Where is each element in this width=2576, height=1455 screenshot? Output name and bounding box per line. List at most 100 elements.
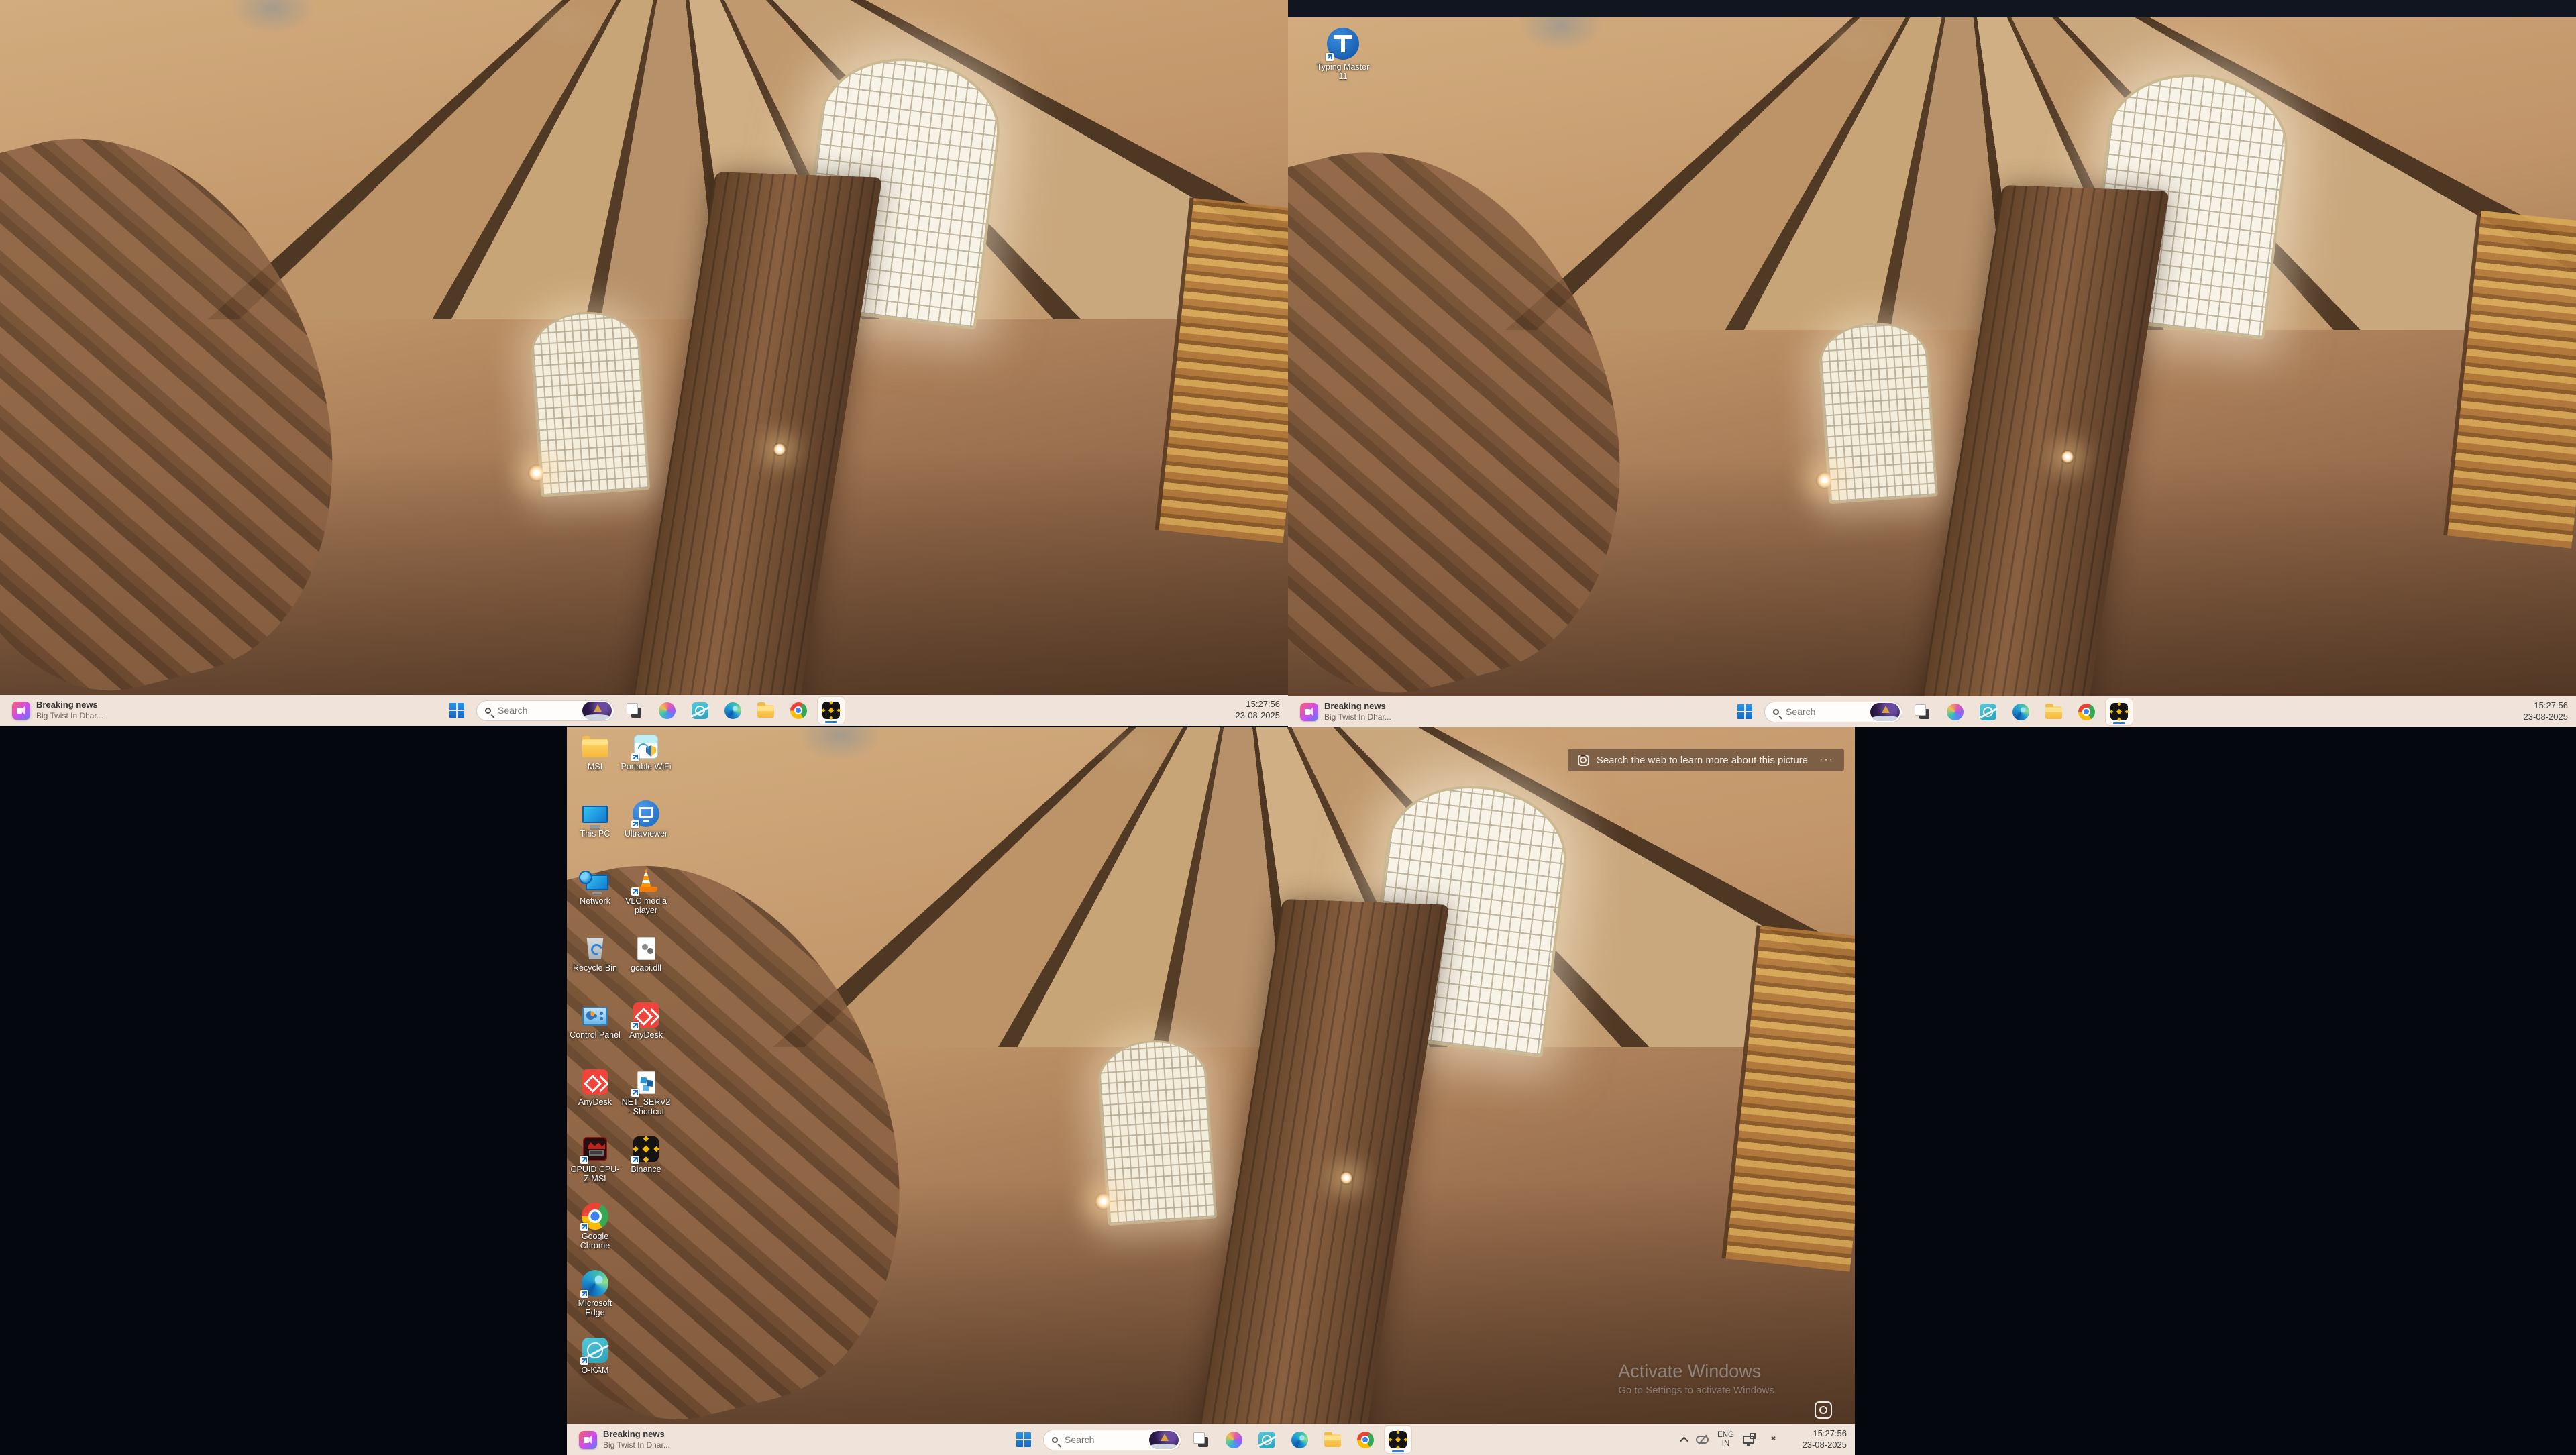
network-icon (586, 875, 608, 890)
taskbar: Breaking news Big Twist In Dhar... (0, 695, 1288, 726)
desktop-wallpaper[interactable] (0, 0, 1288, 726)
desktop-icon-okam[interactable]: O-KAM (569, 1334, 621, 1401)
language-indicator[interactable]: ENG IN (1717, 1431, 1734, 1448)
start-button[interactable] (443, 697, 470, 724)
okam-taskbar-button[interactable] (1974, 698, 2001, 725)
desktop-icon-network[interactable]: Network (569, 864, 621, 931)
onedrive-cloud-icon[interactable] (1696, 1436, 1709, 1444)
edge-taskbar-button[interactable] (2007, 698, 2034, 725)
desktop-icon-label: Typing Master 11 (1312, 62, 1374, 81)
desktop-icon-binance[interactable]: Binance (620, 1132, 672, 1199)
copilot-icon (1226, 1432, 1242, 1448)
okam-taskbar-button[interactable] (686, 697, 713, 724)
wallpaper-art (1191, 899, 1450, 1455)
desktop-icon-recycle-bin[interactable]: Recycle Bin (569, 931, 621, 998)
desktop-icon-portable-wifi[interactable]: Portable WiFi (620, 730, 672, 797)
desktop-icon-cpu-z[interactable]: CPUID CPU-Z MSI (569, 1132, 621, 1199)
taskbar-search[interactable] (1764, 702, 1902, 722)
desktop-icon-edge[interactable]: Microsoft Edge (569, 1267, 621, 1334)
spotlight-banner-menu-button[interactable]: ··· (1819, 754, 1834, 766)
taskbar-search[interactable] (476, 700, 614, 721)
search-input[interactable] (1063, 1434, 1144, 1446)
desktop-icon-net-serv2[interactable]: NET_SERV2 - Shortcut (620, 1065, 672, 1132)
desktop-icon-label: MSI (588, 762, 602, 771)
chrome-icon (2078, 704, 2095, 720)
file-explorer-button[interactable] (752, 697, 779, 724)
copilot-button[interactable] (1941, 698, 1968, 725)
search-spotlight-doodle[interactable] (582, 702, 612, 720)
start-button[interactable] (1731, 698, 1758, 725)
search-input[interactable] (1784, 706, 1865, 718)
language-line1: ENG (1717, 1431, 1734, 1439)
shortcut-arrow-icon (580, 1290, 588, 1298)
copilot-button[interactable] (1220, 1426, 1247, 1453)
desktop-icon-gcapi-dll[interactable]: gcapi.dll (620, 931, 672, 998)
search-input[interactable] (496, 704, 577, 716)
file-explorer-icon (1324, 1434, 1341, 1447)
search-spotlight-doodle[interactable] (1149, 1431, 1179, 1449)
desktop-icon-label: Recycle Bin (573, 963, 617, 973)
shortcut-arrow-icon (631, 887, 639, 896)
desktop-icon-label: Microsoft Edge (569, 1299, 621, 1317)
watermark-line2: Go to Settings to activate Windows. (1618, 1385, 1777, 1396)
copilot-button[interactable] (653, 697, 680, 724)
okam-taskbar-button[interactable] (1253, 1426, 1280, 1453)
taskbar-search[interactable] (1043, 1430, 1181, 1450)
widgets-button[interactable]: Breaking news Big Twist In Dhar... (7, 697, 109, 724)
desktop-icon-anydesk[interactable]: AnyDesk (569, 1065, 621, 1132)
taskbar-clock[interactable]: 15:27:56 23-08-2025 (1803, 1424, 1847, 1455)
chrome-taskbar-button[interactable] (2073, 698, 2100, 725)
file-explorer-button[interactable] (1319, 1426, 1346, 1453)
desktop-icon-label: Network (580, 896, 610, 906)
desktop-wallpaper[interactable] (567, 727, 1855, 1455)
widget-title: Breaking news (1324, 701, 1391, 712)
search-spotlight-doodle[interactable] (1870, 703, 1900, 721)
shortcut-arrow-icon (1326, 53, 1334, 61)
wallpaper-art (1095, 1036, 1218, 1226)
task-view-button[interactable] (1909, 698, 1935, 725)
desktop-icon-this-pc[interactable]: This PC (569, 797, 621, 864)
desktop-wallpaper[interactable] (1288, 17, 2576, 727)
shortcut-arrow-icon (631, 1156, 639, 1164)
desktop-icon-label: Portable WiFi (621, 762, 671, 771)
desktop-icon-chrome[interactable]: Google Chrome (569, 1199, 621, 1267)
binance-taskbar-button[interactable] (2106, 698, 2133, 725)
desktop-icon-label: NET_SERV2 - Shortcut (620, 1097, 672, 1116)
taskbar-clock[interactable]: 15:27:56 23-08-2025 (1236, 695, 1281, 726)
news-widget-icon (12, 702, 30, 720)
network-tray-icon[interactable] (1743, 1436, 1754, 1444)
spotlight-corner-icon[interactable] (1815, 1401, 1832, 1419)
desktop-icon-typing-master[interactable]: Typing Master 11 (1312, 27, 1374, 81)
desktop-icon-vlc[interactable]: VLC media player (620, 864, 672, 931)
task-view-icon (1915, 704, 1929, 719)
desktop-icon-ultraviewer[interactable]: UltraViewer (620, 797, 672, 864)
clock-date: 23-08-2025 (2524, 712, 2569, 723)
edge-taskbar-button[interactable] (1286, 1426, 1313, 1453)
spotlight-banner[interactable]: Search the web to learn more about this … (1568, 749, 1844, 771)
start-button[interactable] (1010, 1426, 1037, 1453)
volume-muted-icon[interactable] (1763, 1435, 1776, 1444)
clock-time: 15:27:56 (2524, 700, 2569, 712)
wallpaper-art (1288, 105, 1669, 724)
desktop-icon-control-panel[interactable]: Control Panel (569, 998, 621, 1065)
task-view-icon (1193, 1432, 1208, 1447)
tray-overflow-chevron-icon[interactable] (1680, 1436, 1688, 1445)
task-view-button[interactable] (621, 697, 647, 724)
taskbar-clock[interactable]: 15:27:56 23-08-2025 (2524, 696, 2569, 727)
binance-icon (1389, 1431, 1407, 1448)
chrome-taskbar-button[interactable] (785, 697, 812, 724)
edge-taskbar-button[interactable] (719, 697, 746, 724)
widgets-button[interactable]: Breaking news Big Twist In Dhar... (1295, 698, 1397, 725)
folder-icon (582, 739, 608, 757)
file-explorer-button[interactable] (2040, 698, 2067, 725)
binance-taskbar-button[interactable] (1385, 1426, 1411, 1453)
clock-date: 23-08-2025 (1236, 710, 1281, 722)
desktop-icon-msi[interactable]: MSI (569, 730, 621, 797)
binance-taskbar-button[interactable] (818, 697, 845, 724)
desktop-icon-anydesk[interactable]: AnyDesk (620, 998, 672, 1065)
chrome-taskbar-button[interactable] (1352, 1426, 1379, 1453)
task-view-button[interactable] (1187, 1426, 1214, 1453)
desktop-icon-label: AnyDesk (629, 1030, 663, 1040)
widgets-button[interactable]: Breaking news Big Twist In Dhar... (574, 1426, 676, 1453)
multi-monitor-desktop: Breaking news Big Twist In Dhar... (0, 0, 2576, 1455)
